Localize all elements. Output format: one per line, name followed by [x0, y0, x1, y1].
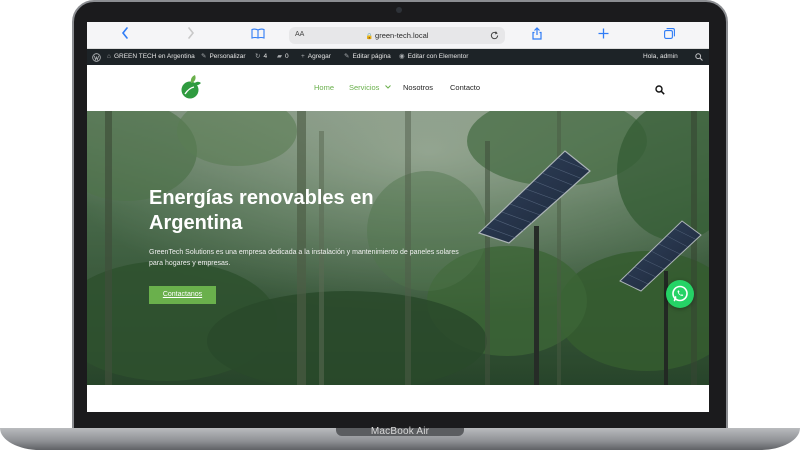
- site-logo-icon[interactable]: [180, 74, 202, 100]
- reload-icon[interactable]: [490, 29, 499, 43]
- admin-site-link[interactable]: ⌂ GREEN TECH en Argentina: [107, 49, 195, 65]
- url-text: green-tech.local: [375, 31, 429, 40]
- browser-toolbar: AA 🔒 green-tech.local: [87, 22, 709, 49]
- admin-updates-count: 4: [263, 53, 268, 60]
- plus-icon[interactable]: [598, 27, 609, 43]
- hero-description: GreenTech Solutions es una empresa dedic…: [149, 249, 459, 267]
- hero-title: Energías renovables en Argentina: [149, 187, 374, 234]
- lock-icon: 🔒: [365, 34, 374, 40]
- nav-servicios[interactable]: Servicios: [349, 83, 391, 92]
- admin-new-link[interactable]: + Agregar: [301, 49, 331, 65]
- search-icon[interactable]: [655, 82, 665, 95]
- admin-customize-link[interactable]: ✎ Personalizar: [201, 49, 246, 65]
- admin-elementor-link[interactable]: ◉ Editar con Elementor: [399, 49, 468, 65]
- admin-customize-label: Personalizar: [209, 53, 246, 60]
- contact-cta-button[interactable]: Contactanos: [149, 286, 216, 304]
- laptop-model-label: MacBook Air: [370, 426, 430, 437]
- admin-comments-link[interactable]: ▰ 0: [277, 49, 289, 65]
- site-header: Home Servicios Nosotros Contacto: [87, 65, 709, 111]
- whatsapp-icon: [672, 285, 688, 302]
- brush-icon: ✎: [201, 53, 207, 60]
- wordpress-logo-icon[interactable]: [92, 49, 101, 65]
- admin-comments-count: 0: [285, 53, 289, 60]
- content-area: [87, 385, 709, 412]
- admin-account-link[interactable]: Hola, admin: [643, 49, 678, 65]
- admin-elementor-label: Editar con Elementor: [407, 53, 469, 60]
- comment-icon: ▰: [277, 53, 282, 60]
- nav-servicios-label: Servicios: [349, 83, 380, 92]
- admin-edit-page-link[interactable]: ✎ Editar página: [344, 49, 391, 65]
- wp-admin-bar: ⌂ GREEN TECH en Argentina ✎ Personalizar ↻…: [87, 49, 709, 65]
- admin-greeting: Hola, admin: [643, 53, 678, 60]
- home-icon: ⌂: [107, 53, 111, 60]
- book-icon[interactable]: [251, 27, 265, 43]
- nav-home[interactable]: Home: [314, 83, 334, 92]
- updates-icon: ↻: [255, 53, 261, 60]
- nav-nosotros[interactable]: Nosotros: [403, 83, 433, 92]
- admin-site-name: GREEN TECH en Argentina: [113, 53, 195, 60]
- hero-section: Energías renovables en Argentina GreenTe…: [87, 111, 709, 385]
- camera-dot: [396, 7, 402, 13]
- laptop-mockup: AA 🔒 green-tech.local ⌂ GREEN TECH en Ar…: [0, 0, 800, 458]
- whatsapp-button[interactable]: [666, 280, 694, 308]
- nav-contacto[interactable]: Contacto: [450, 83, 480, 92]
- admin-edit-page-label: Editar página: [352, 53, 391, 60]
- tabs-icon[interactable]: [664, 27, 675, 43]
- share-icon[interactable]: [532, 27, 542, 44]
- address-bar[interactable]: AA 🔒 green-tech.local: [289, 27, 505, 44]
- url-display: 🔒 green-tech.local: [289, 31, 505, 40]
- admin-search-icon[interactable]: [695, 49, 703, 65]
- admin-updates-link[interactable]: ↻ 4: [255, 49, 267, 65]
- chevron-left-icon[interactable]: [121, 27, 129, 43]
- elementor-icon: ◉: [399, 53, 405, 60]
- plus-icon: +: [301, 53, 305, 60]
- admin-new-label: Agregar: [307, 53, 331, 60]
- chevron-right-icon[interactable]: [187, 27, 195, 43]
- browser-screen: AA 🔒 green-tech.local ⌂ GREEN TECH en Ar…: [87, 22, 709, 412]
- pencil-icon: ✎: [344, 53, 350, 60]
- chevron-down-icon: [384, 85, 391, 89]
